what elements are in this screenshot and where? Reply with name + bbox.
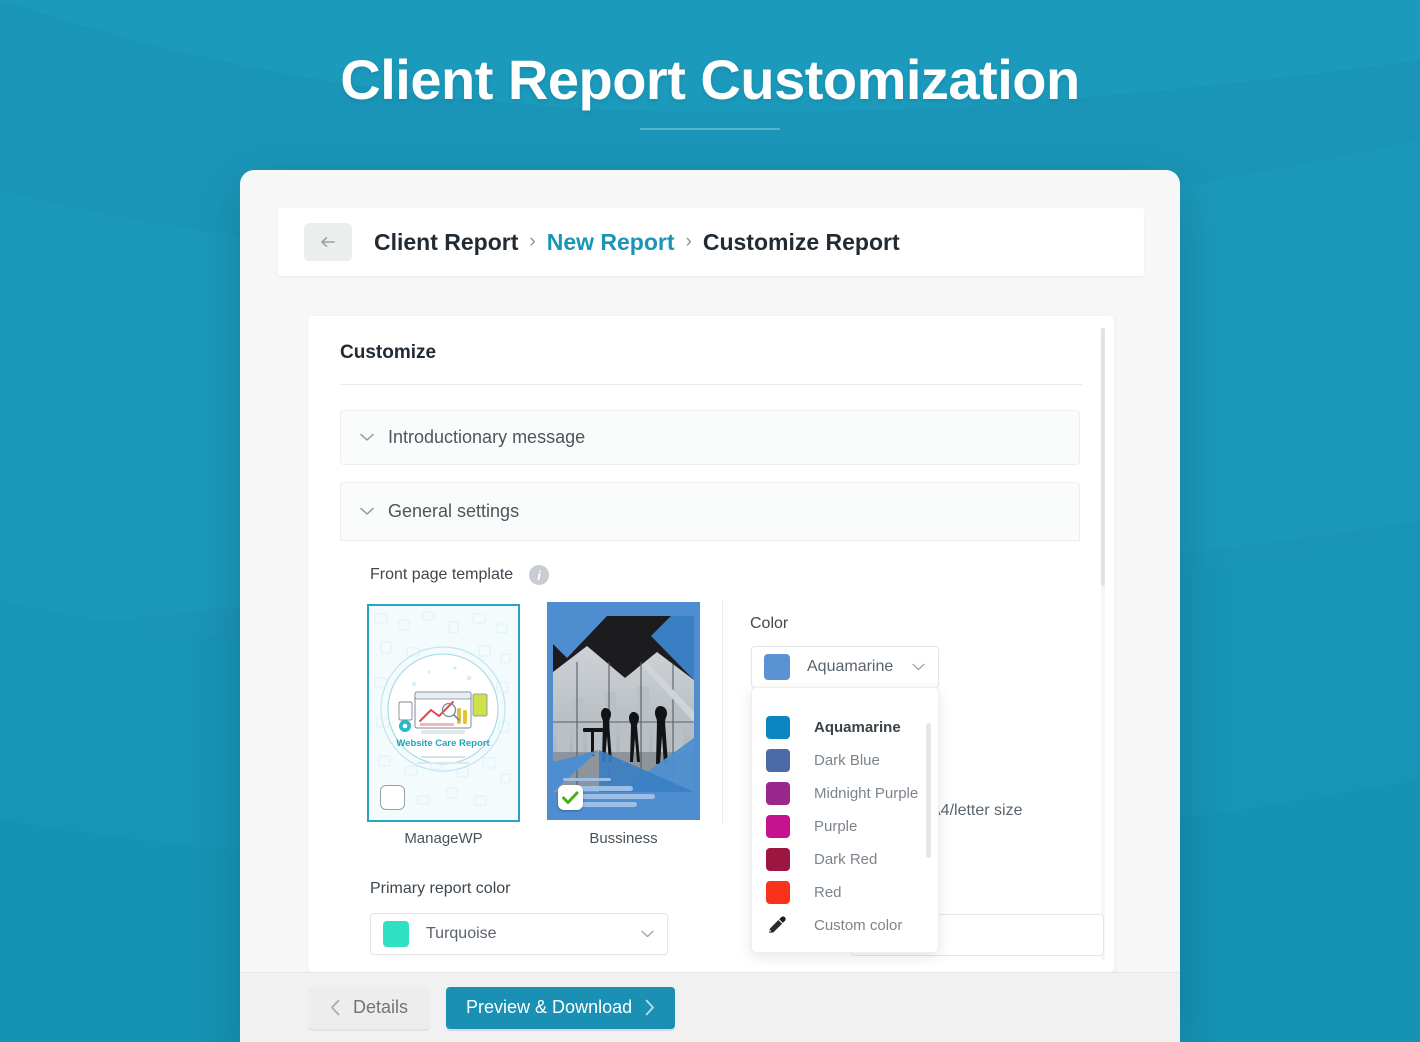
template-thumbnail-bussiness[interactable] xyxy=(547,602,700,820)
color-option-dark-red[interactable]: Dark Red xyxy=(752,843,939,876)
action-bar: Details Preview & Download xyxy=(240,972,1180,1042)
breadcrumb-separator: › xyxy=(529,231,535,253)
chevron-down-icon xyxy=(358,433,376,442)
chevron-down-icon xyxy=(641,930,654,938)
divider xyxy=(340,384,1082,385)
page-title: Client Report Customization xyxy=(0,44,1420,116)
color-option-red[interactable]: Red xyxy=(752,876,939,909)
primary-report-color-select[interactable]: Turquoise xyxy=(370,913,668,955)
eyedropper-icon xyxy=(766,914,790,937)
color-option-swatch xyxy=(766,815,790,838)
color-option-label: Aquamarine xyxy=(814,719,901,736)
color-option-label: Dark Red xyxy=(814,851,877,868)
color-option-label: Custom color xyxy=(814,917,902,934)
color-dropdown-menu[interactable]: Aquamarine Dark Blue Midnight Purple Purple… xyxy=(751,687,939,953)
dropdown-scrollbar-thumb[interactable] xyxy=(926,723,931,858)
primary-report-color-label: Primary report color xyxy=(370,880,510,898)
page-size-label: A4/letter size xyxy=(930,802,1022,820)
color-swatch xyxy=(764,654,790,680)
chevron-down-icon xyxy=(358,507,376,516)
breadcrumb-item-customize-report: Customize Report xyxy=(703,229,900,256)
color-label: Color xyxy=(750,615,788,633)
color-option-swatch xyxy=(766,749,790,772)
template-checkbox-managewp[interactable] xyxy=(380,785,405,810)
breadcrumb-separator: › xyxy=(686,231,692,253)
color-option-swatch xyxy=(766,716,790,739)
color-option-swatch xyxy=(766,782,790,805)
template-checkbox-bussiness[interactable] xyxy=(558,785,583,810)
title-underline xyxy=(640,128,780,130)
front-page-template-label: Front page template xyxy=(370,566,513,584)
arrow-left-icon xyxy=(318,232,338,252)
color-option-label: Midnight Purple xyxy=(814,785,918,802)
check-icon xyxy=(562,791,579,805)
color-option-custom-color[interactable]: Custom color xyxy=(752,909,939,942)
primary-color-select-value: Turquoise xyxy=(426,925,641,943)
chevron-down-icon xyxy=(912,663,925,671)
color-select-value: Aquamarine xyxy=(807,658,912,676)
breadcrumb-item-new-report[interactable]: New Report xyxy=(547,229,675,256)
accordion-label: General settings xyxy=(388,501,519,522)
chevron-right-icon xyxy=(644,999,655,1016)
color-select[interactable]: Aquamarine xyxy=(751,646,939,688)
color-option-midnight-purple[interactable]: Midnight Purple xyxy=(752,777,939,810)
svg-text:Website Care Report: Website Care Report xyxy=(396,738,490,749)
details-button-label: Details xyxy=(353,997,408,1018)
breadcrumb-bar: Client Report › New Report › Customize R… xyxy=(278,208,1144,276)
breadcrumb: Client Report › New Report › Customize R… xyxy=(374,229,900,256)
color-option-swatch xyxy=(766,848,790,871)
primary-color-swatch xyxy=(383,921,409,947)
accordion-label: Introductionary message xyxy=(388,427,585,448)
color-option-swatch xyxy=(766,881,790,904)
preview-download-button[interactable]: Preview & Download xyxy=(446,987,675,1029)
preview-download-button-label: Preview & Download xyxy=(466,997,632,1018)
color-option-purple[interactable]: Purple xyxy=(752,810,939,843)
details-button[interactable]: Details xyxy=(308,987,430,1029)
back-button[interactable] xyxy=(304,223,352,261)
color-option-dark-blue[interactable]: Dark Blue xyxy=(752,744,939,777)
template-caption-bussiness: Bussiness xyxy=(547,830,700,847)
card-scrollbar-thumb[interactable] xyxy=(1101,328,1105,586)
color-option-label: Red xyxy=(814,884,842,901)
template-thumbnail-managewp[interactable]: Website Care Report xyxy=(367,604,520,822)
breadcrumb-item-client-report[interactable]: Client Report xyxy=(374,229,518,256)
chevron-left-icon xyxy=(330,999,341,1016)
template-caption-managewp: ManageWP xyxy=(367,830,520,847)
accordion-general-settings[interactable]: General settings xyxy=(340,482,1080,541)
info-icon[interactable]: i xyxy=(529,565,549,585)
color-option-label: Purple xyxy=(814,818,857,835)
color-option-aquamarine[interactable]: Aquamarine xyxy=(752,711,939,744)
column-divider xyxy=(722,600,723,824)
accordion-introductory-message[interactable]: Introductionary message xyxy=(340,410,1080,465)
page-heading: Customize xyxy=(340,342,436,364)
color-option-label: Dark Blue xyxy=(814,752,880,769)
